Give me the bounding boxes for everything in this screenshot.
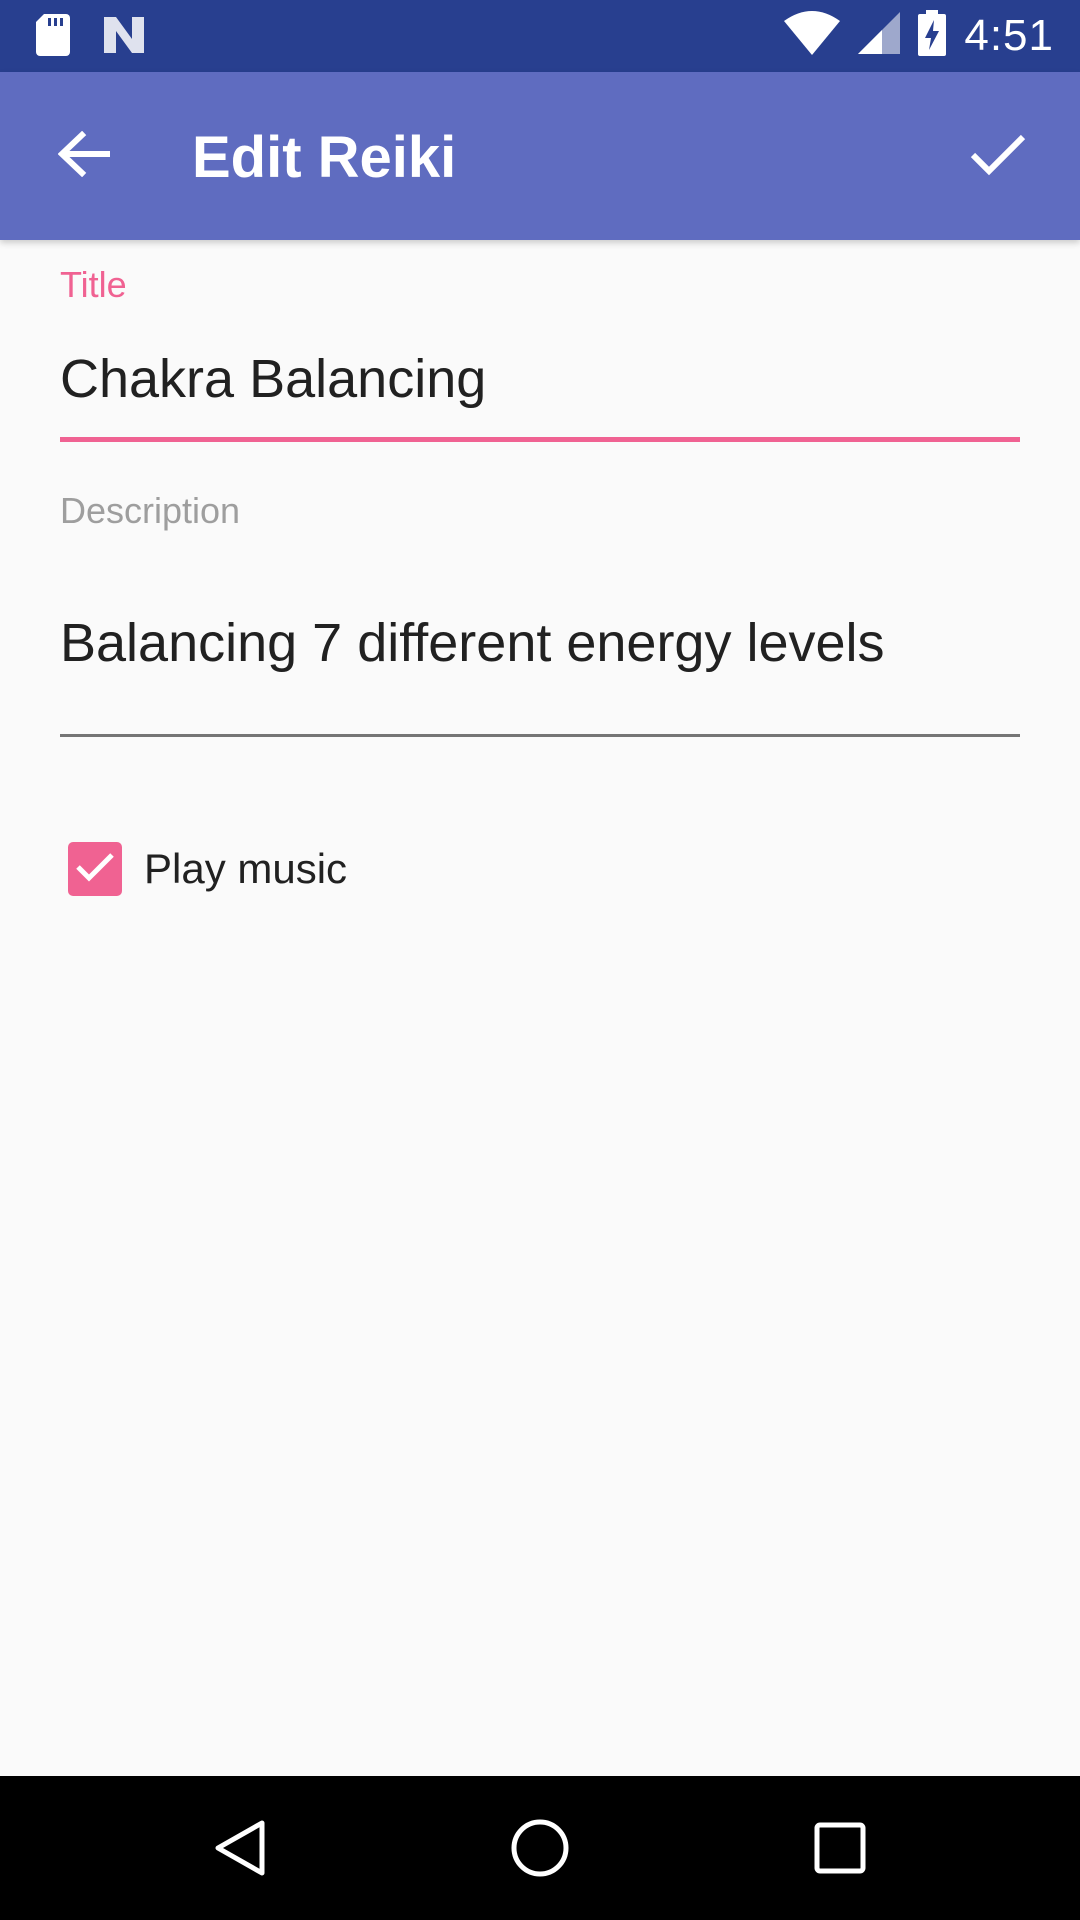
app-bar: Edit Reiki: [0, 72, 1080, 240]
title-label: Title: [60, 264, 127, 305]
title-input[interactable]: [60, 348, 1020, 410]
description-input[interactable]: [60, 612, 1020, 674]
description-label: Description: [60, 490, 241, 531]
sd-card-icon: [36, 14, 70, 61]
n-notification-icon: [102, 15, 146, 60]
nav-recents-icon: [814, 1822, 866, 1879]
nav-home-button[interactable]: [500, 1810, 580, 1890]
checkmark-icon: [75, 851, 115, 888]
description-underline: [60, 734, 1020, 737]
play-music-label: Play music: [144, 845, 348, 892]
save-button[interactable]: [958, 116, 1038, 196]
nav-recents-button[interactable]: [800, 1810, 880, 1890]
check-icon: [970, 132, 1026, 181]
nav-back-icon: [212, 1818, 268, 1883]
title-underline: [60, 437, 1020, 442]
navigation-bar: [0, 1776, 1080, 1920]
arrow-back-icon: [57, 130, 111, 182]
page-title: Edit Reiki: [192, 125, 457, 190]
status-right-icons: 4:51: [784, 10, 1054, 61]
battery-charging-icon: [918, 10, 947, 61]
status-left-icons: [36, 14, 146, 61]
status-bar: 4:51: [0, 0, 1080, 72]
play-music-row[interactable]: Play music: [68, 842, 347, 896]
cell-signal-icon: [858, 12, 901, 59]
back-button[interactable]: [44, 116, 124, 196]
play-music-checkbox[interactable]: [68, 842, 122, 896]
nav-back-button[interactable]: [200, 1810, 280, 1890]
status-time: 4:51: [964, 10, 1054, 60]
nav-home-icon: [510, 1818, 570, 1883]
wifi-icon: [784, 11, 841, 60]
